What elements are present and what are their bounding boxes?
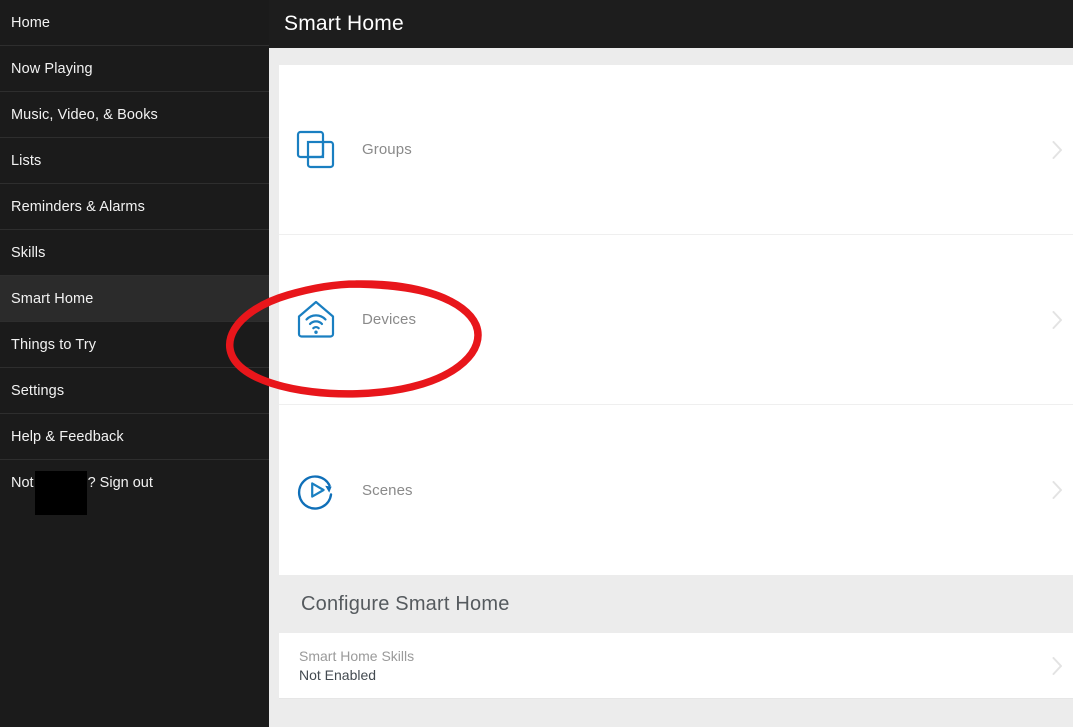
sign-out-prefix: Not (11, 475, 34, 491)
page-title: Smart Home (284, 12, 404, 35)
configure-section-header: Configure Smart Home (279, 575, 1073, 633)
sidebar-item-label: Help & Feedback (11, 428, 124, 445)
groups-icon (288, 122, 344, 178)
chevron-right-icon[interactable] (1047, 310, 1067, 330)
sidebar-item-label: Home (11, 14, 51, 31)
main-content: Smart Home Groups Devices Scenes Configu… (269, 0, 1073, 727)
sign-out-row[interactable]: Not ? Sign out (0, 460, 269, 515)
sidebar-item-label: Lists (11, 152, 42, 169)
sidebar-item-settings[interactable]: Settings (0, 368, 269, 414)
sidebar-item-help-feedback[interactable]: Help & Feedback (0, 414, 269, 460)
content-scroll-area[interactable]: Groups Devices Scenes Configure Smart Ho… (269, 48, 1073, 727)
devices-home-wifi-icon (288, 292, 344, 348)
feature-label: Scenes (362, 481, 413, 499)
section-title: Configure Smart Home (301, 592, 510, 615)
sidebar-item-label: Settings (11, 382, 65, 399)
sidebar-item-skills[interactable]: Skills (0, 230, 269, 276)
sidebar-item-label: Skills (11, 244, 46, 261)
sidebar-item-home[interactable]: Home (0, 0, 269, 46)
sidebar-item-music-video-books[interactable]: Music, Video, & Books (0, 92, 269, 138)
settings-row-smart-home-skills[interactable]: Smart Home Skills Not Enabled (279, 633, 1073, 699)
feature-row-groups[interactable]: Groups (279, 65, 1073, 235)
sidebar-item-lists[interactable]: Lists (0, 138, 269, 184)
feature-label: Groups (362, 141, 412, 158)
feature-label: Devices (362, 311, 417, 328)
sidebar-item-reminders-alarms[interactable]: Reminders & Alarms (0, 184, 269, 230)
sidebar: Home Now Playing Music, Video, & Books L… (0, 0, 269, 727)
feature-row-devices[interactable]: Devices (279, 235, 1073, 405)
setting-value: Not Enabled (299, 666, 377, 683)
sidebar-item-label: Smart Home (11, 290, 94, 307)
sidebar-item-label: Things to Try (11, 336, 97, 353)
sidebar-item-smart-home[interactable]: Smart Home (0, 276, 269, 322)
redacted-username-box (34, 471, 87, 515)
sign-out-link[interactable]: ? Sign out (88, 475, 153, 491)
sidebar-item-label: Music, Video, & Books (11, 106, 158, 123)
sidebar-item-label: Reminders & Alarms (11, 198, 145, 215)
sidebar-item-now-playing[interactable]: Now Playing (0, 46, 269, 92)
sidebar-item-things-to-try[interactable]: Things to Try (0, 322, 269, 368)
chevron-right-icon[interactable] (1047, 140, 1067, 160)
setting-label: Smart Home Skills (299, 647, 415, 664)
page-header: Smart Home (269, 0, 1073, 48)
features-card: Groups Devices Scenes (279, 65, 1073, 575)
app-root: Home Now Playing Music, Video, & Books L… (0, 0, 1073, 727)
chevron-right-icon[interactable] (1047, 480, 1067, 500)
scenes-play-refresh-icon (288, 462, 344, 518)
chevron-right-icon[interactable] (1047, 656, 1067, 676)
feature-row-scenes[interactable]: Scenes (279, 405, 1073, 575)
sidebar-item-label: Now Playing (11, 60, 93, 77)
